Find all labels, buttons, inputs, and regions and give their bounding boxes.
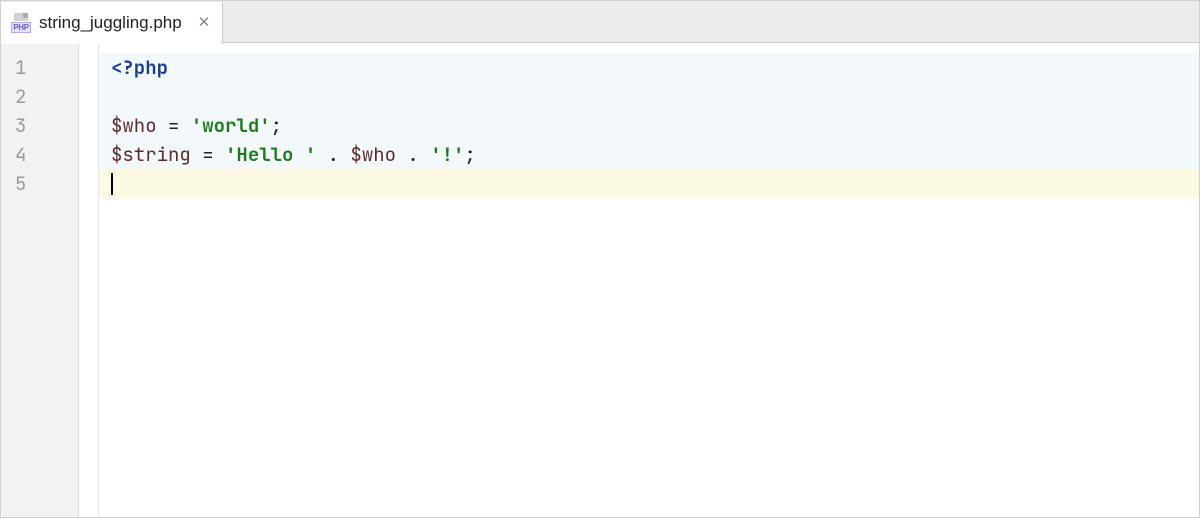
token-string: 'world' [191,113,271,138]
code-line[interactable] [99,82,1199,111]
token-semicolon: ; [464,142,475,167]
line-number: 5 [1,169,78,198]
token-operator: = [157,113,191,138]
token-variable: $string [111,142,191,167]
php-file-icon: PHP [11,13,31,33]
token-semicolon: ; [271,113,282,138]
php-open-tag: <?php [111,55,168,80]
code-line[interactable]: $string = 'Hello ' . $who . '!'; [99,140,1199,169]
code-line[interactable]: $who = 'world'; [99,111,1199,140]
token-string: 'Hello ' [225,142,316,167]
line-number: 4 [1,140,78,169]
tab-filename: string_juggling.php [39,13,182,33]
file-tab[interactable]: PHP string_juggling.php ✕ [1,2,223,44]
line-number: 1 [1,53,78,82]
text-caret [111,173,113,195]
code-area[interactable]: <?php $who = 'world'; $string = 'Hello '… [99,43,1199,517]
line-number: 2 [1,82,78,111]
code-line-current[interactable] [99,169,1199,198]
token-operator: . [316,142,350,167]
token-operator: . [396,142,430,167]
line-number: 3 [1,111,78,140]
token-string: '!' [430,142,464,167]
editor[interactable]: 1 2 3 4 5 <?php $who = 'world'; $string … [1,43,1199,517]
token-variable: $who [350,142,396,167]
close-icon[interactable]: ✕ [198,15,211,30]
token-variable: $who [111,113,157,138]
tab-bar: PHP string_juggling.php ✕ [1,1,1199,43]
gutter-extension [79,43,99,517]
token-operator: = [191,142,225,167]
gutter: 1 2 3 4 5 [1,43,79,517]
code-line[interactable]: <?php [99,53,1199,82]
